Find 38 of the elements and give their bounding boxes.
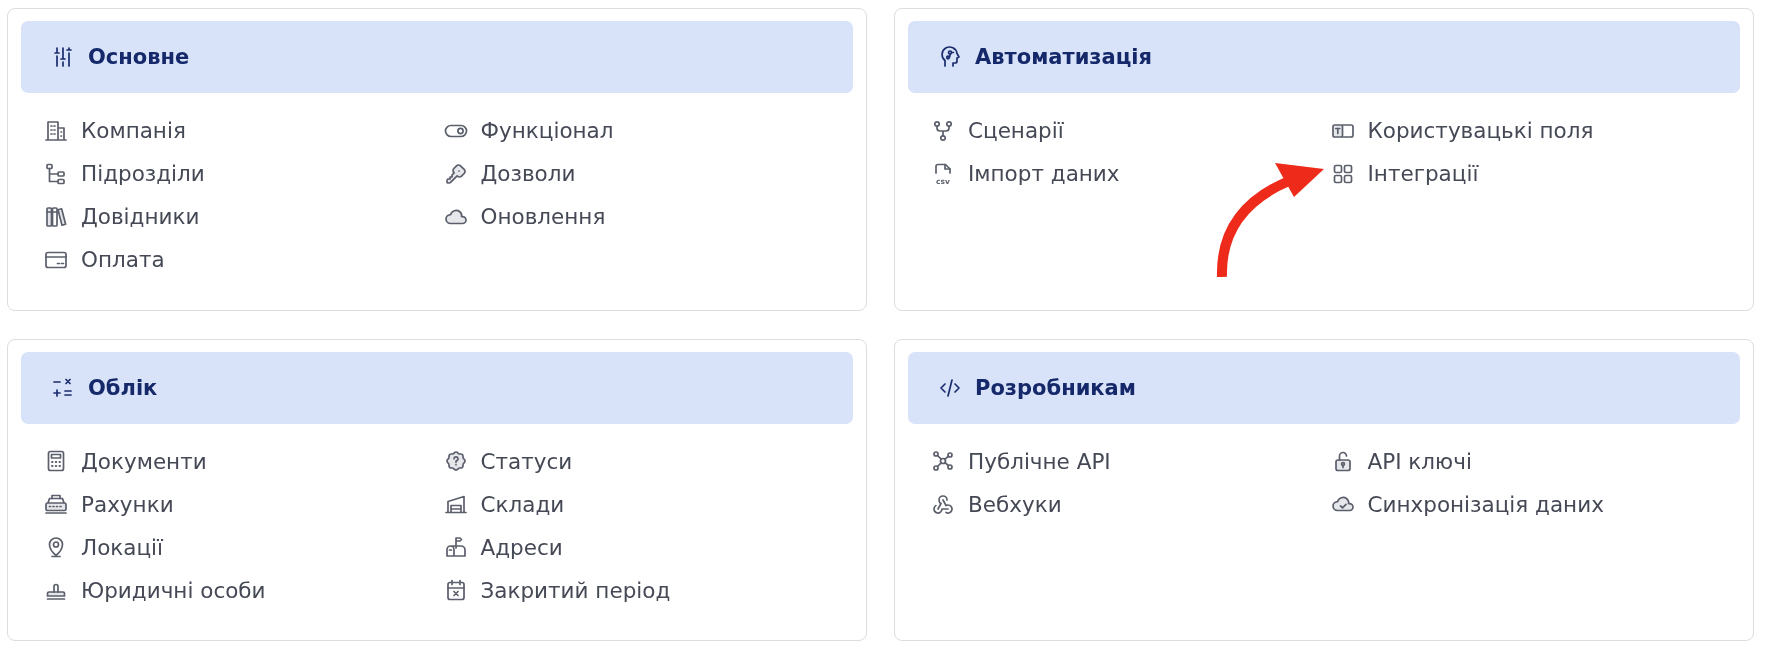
settings-link[interactable]: Користувацькі поля [1330, 118, 1594, 143]
cash-register-icon [44, 492, 68, 516]
head-circuit-icon [938, 45, 962, 69]
sliders-icon [51, 45, 75, 69]
section-title: Автоматизація [975, 45, 1152, 69]
mailbox-icon [443, 535, 468, 559]
settings-link[interactable]: Закритий період [443, 577, 671, 603]
key-icon [443, 161, 468, 186]
settings-link[interactable]: Вебхуки [931, 491, 1062, 517]
building-icon [44, 118, 68, 143]
webhook-icon [931, 492, 955, 516]
section-title: Облік [88, 375, 158, 400]
hierarchy-icon [44, 161, 68, 186]
settings-link[interactable]: Склади [443, 491, 565, 517]
settings-link[interactable]: Підрозділи [44, 161, 205, 186]
settings-link[interactable]: Оплата [44, 247, 165, 272]
settings-link[interactable]: Дозволи [443, 161, 576, 186]
settings-link[interactable]: Юридичні особи [44, 577, 266, 603]
settings-link[interactable]: Компанія [44, 118, 186, 143]
settings-link[interactable]: Синхронізація даних [1330, 491, 1604, 517]
settings-link[interactable]: Оновлення [443, 204, 606, 229]
settings-link[interactable]: Публічне API [931, 448, 1111, 474]
settings-link[interactable]: Рахунки [44, 491, 174, 517]
settings-link[interactable]: Статуси [443, 448, 573, 474]
section-title: Основне [88, 45, 190, 69]
branch-icon [931, 118, 955, 143]
settings-link[interactable]: Функціонал [443, 118, 614, 143]
section-title: Розробникам [975, 375, 1136, 400]
settings-link[interactable]: Документи [44, 448, 207, 474]
network-icon [931, 449, 955, 473]
settings-link[interactable]: Адреси [443, 534, 563, 560]
settings-link[interactable]: Інтеграції [1330, 161, 1479, 186]
settings-link[interactable]: Локації [44, 534, 164, 560]
books-icon [44, 204, 68, 229]
settings-link[interactable]: API ключі [1330, 448, 1472, 474]
question-badge-icon [443, 449, 468, 473]
settings-link[interactable]: Сценарії [931, 118, 1064, 143]
settings-link[interactable]: Довідники [44, 204, 200, 229]
